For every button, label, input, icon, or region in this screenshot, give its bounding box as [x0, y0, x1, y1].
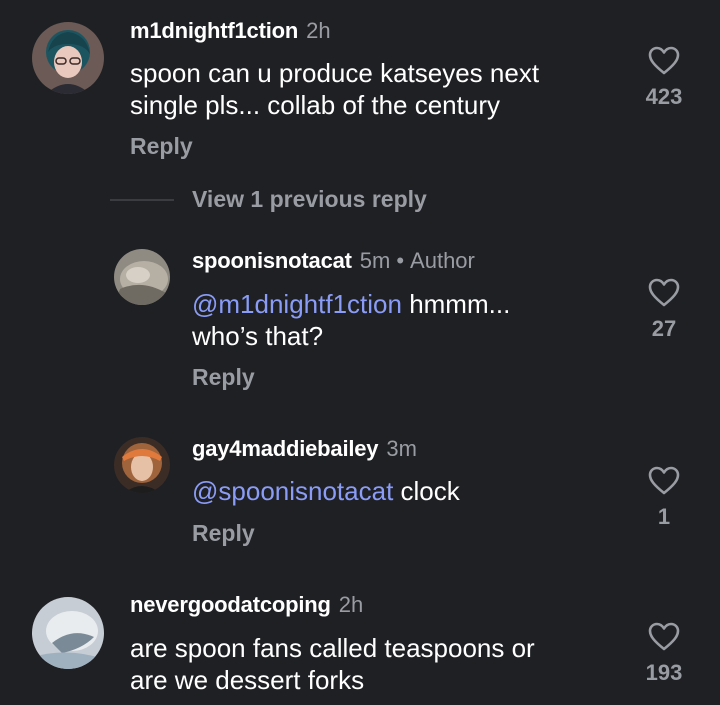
separator-dot: •	[396, 248, 405, 273]
comment-time: 5m	[359, 248, 391, 273]
comment-time: 2h	[306, 18, 331, 43]
view-previous-replies-label: View 1 previous reply	[192, 186, 427, 212]
mention-link[interactable]: @m1dnightf1ction	[192, 289, 402, 319]
comment-text-line-2: single pls... collab of the century	[130, 90, 500, 120]
avatar[interactable]	[114, 437, 170, 493]
comment-username[interactable]: m1dnightf1ction	[130, 18, 298, 43]
comment-username[interactable]: gay4maddiebailey	[192, 436, 379, 461]
like-count: 27	[651, 316, 677, 341]
thread-line	[110, 198, 174, 201]
comment-text-line-1: hmmm...	[401, 289, 511, 319]
like-count: 1	[657, 504, 671, 529]
avatar-image	[32, 597, 104, 669]
avatar[interactable]	[32, 22, 104, 94]
heart-icon[interactable]	[648, 46, 680, 76]
comment-time: 2h	[338, 592, 364, 617]
like-count: 193	[645, 660, 683, 685]
avatar-image	[114, 437, 170, 493]
like-count: 423	[645, 84, 683, 109]
heart-icon[interactable]	[648, 622, 680, 652]
author-badge: Author	[410, 248, 475, 273]
reply-button[interactable]: Reply	[130, 133, 193, 160]
mention-link[interactable]: @spoonisnotacat	[192, 476, 393, 506]
like-group: 1	[634, 466, 694, 530]
avatar[interactable]	[114, 249, 170, 305]
avatar-image	[32, 22, 104, 94]
comment-text-line-2: are we dessert forks	[130, 665, 365, 695]
comments-screen: m1dnightf1ction 2h spoon can u produce ka…	[0, 0, 720, 705]
view-previous-replies-button[interactable]: View 1 previous reply	[110, 186, 427, 213]
like-group: 193	[634, 622, 694, 686]
heart-icon[interactable]	[648, 278, 680, 308]
comment-username[interactable]: spoonisnotacat	[192, 248, 352, 273]
comment-text-line-1: are spoon fans called teaspoons or	[130, 633, 535, 663]
heart-icon[interactable]	[648, 466, 680, 496]
comment-text-line-2: who’s that?	[192, 321, 324, 351]
comment-time: 3m	[386, 436, 417, 461]
like-group: 27	[634, 278, 694, 342]
like-group: 423	[634, 46, 694, 110]
avatar-image	[114, 249, 170, 305]
comment-text-line-1: clock	[393, 476, 460, 506]
reply-button[interactable]: Reply	[192, 364, 255, 391]
reply-button[interactable]: Reply	[192, 520, 255, 547]
comment-text-line-1: spoon can u produce katseyes next	[130, 58, 540, 88]
avatar[interactable]	[32, 597, 104, 669]
comment-username[interactable]: nevergoodatcoping	[130, 592, 331, 617]
